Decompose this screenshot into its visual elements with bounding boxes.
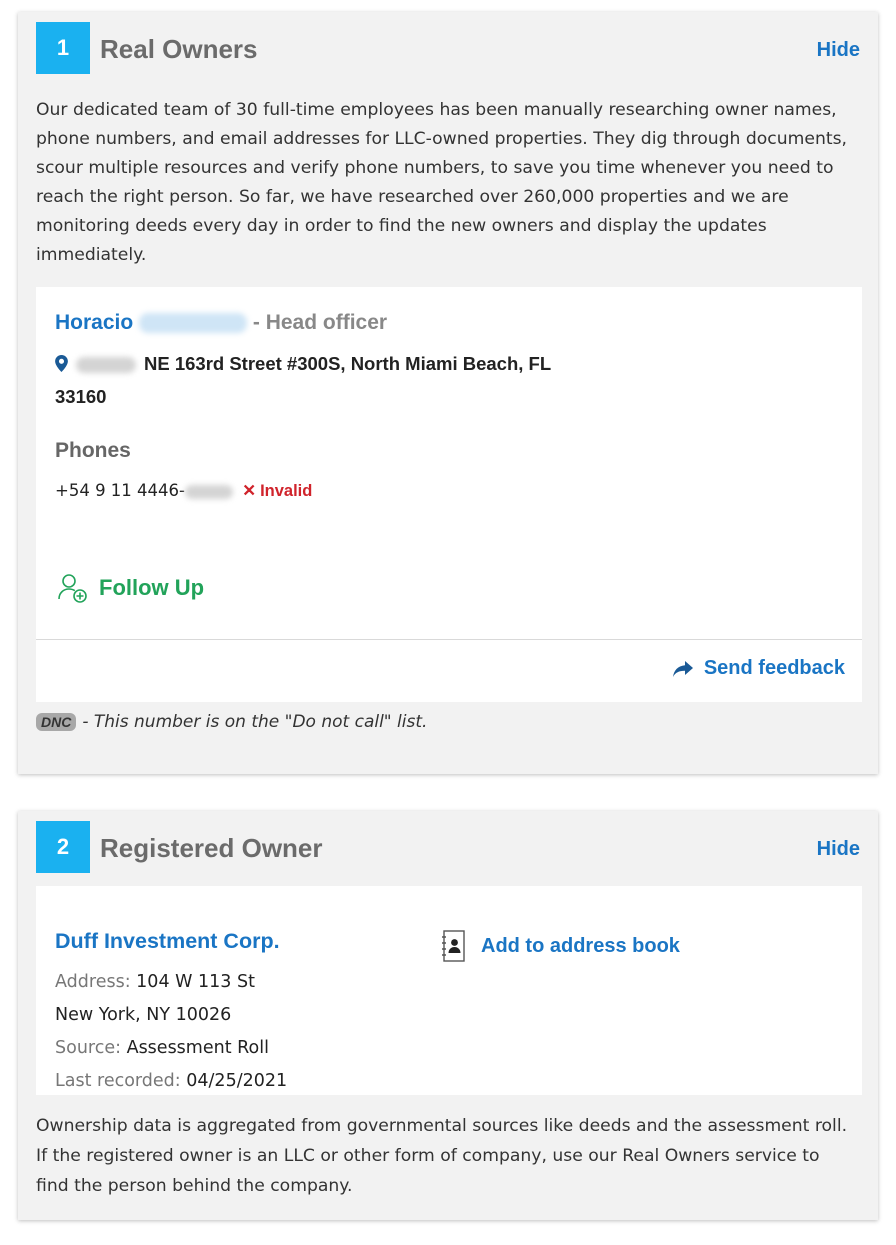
registered-owner-panel: 2 Registered Owner Hide Duff Investment … [18, 811, 878, 1220]
recorded-row: Last recorded: 04/25/2021 [55, 1065, 287, 1098]
dnc-text: - This number is on the "Do not call" li… [82, 712, 428, 732]
address-line-1: 104 W 113 St [136, 972, 255, 992]
owner-name-link[interactable]: Horacio [55, 311, 248, 334]
phone-number: +54 9 11 4446- [55, 481, 185, 500]
follow-up-label: Follow Up [99, 575, 205, 600]
dnc-badge: DNC [36, 713, 77, 731]
real-owners-intro: Our dedicated team of 30 full-time emplo… [36, 100, 848, 265]
owner-first-name: Horacio [55, 311, 134, 334]
address-label: Address: [55, 972, 131, 992]
share-arrow-icon [672, 660, 693, 677]
follow-up-button[interactable]: Follow Up [57, 572, 204, 604]
registered-owner-name-link[interactable]: Duff Investment Corp. [55, 929, 280, 954]
address-row: Address: 104 W 113 St [55, 966, 287, 999]
phone-row: +54 9 11 4446- ✕ Invalid [55, 481, 312, 501]
dnc-legend: DNC - This number is on the "Do not call… [36, 712, 427, 732]
owner-card: Horacio - Head officer NE 163rd Street #… [36, 287, 862, 702]
real-owners-panel: 1 Real Owners Hide Our dedicated team of… [18, 12, 878, 774]
owner-role: - Head officer [252, 311, 388, 334]
send-feedback-label: Send feedback [703, 657, 845, 679]
source-row: Source: Assessment Roll [55, 1032, 287, 1065]
hide-real-owners-link[interactable]: Hide [817, 39, 860, 62]
real-owners-header: 1 Real Owners Hide [36, 22, 860, 74]
card-divider [36, 639, 862, 640]
recorded-value: 04/25/2021 [186, 1071, 288, 1091]
x-icon: ✕ [242, 482, 257, 500]
user-add-icon [58, 574, 87, 603]
section-number-badge: 1 [36, 22, 90, 74]
phones-heading: Phones [55, 439, 131, 462]
section-number-badge: 2 [36, 821, 90, 873]
map-pin-icon [55, 355, 68, 372]
address-line-2: 33160 [55, 386, 107, 407]
redacted-street-number [76, 357, 136, 374]
owner-name-line: Horacio - Head officer [55, 311, 387, 335]
add-to-address-book-label: Add to address book [481, 934, 680, 957]
address-line-2: New York, NY 10026 [55, 1005, 232, 1025]
send-feedback-button[interactable]: Send feedback [672, 657, 845, 680]
registered-owner-note: Ownership data is aggregated from govern… [36, 1116, 848, 1196]
add-to-address-book-button[interactable]: Add to address book [441, 930, 680, 962]
redacted-phone-digits [185, 484, 233, 499]
phone-status: ✕ Invalid [242, 482, 312, 500]
hide-registered-owner-link[interactable]: Hide [817, 838, 860, 861]
source-value: Assessment Roll [126, 1038, 269, 1058]
registered-owner-header: 2 Registered Owner Hide [36, 821, 860, 873]
phone-status-label: Invalid [260, 482, 313, 500]
address-book-icon [442, 930, 465, 962]
address-line-1: NE 163rd Street #300S, North Miami Beach… [144, 353, 552, 374]
source-label: Source: [55, 1038, 122, 1058]
owner-address: NE 163rd Street #300S, North Miami Beach… [55, 347, 655, 413]
registered-owner-details: Address: 104 W 113 St New York, NY 10026… [55, 966, 287, 1098]
recorded-label: Last recorded: [55, 1071, 181, 1091]
redacted-last-name [139, 313, 248, 334]
registered-owner-card: Duff Investment Corp. Add to address boo… [36, 886, 862, 1095]
section-title: Real Owners [100, 34, 258, 64]
section-title: Registered Owner [100, 833, 323, 863]
